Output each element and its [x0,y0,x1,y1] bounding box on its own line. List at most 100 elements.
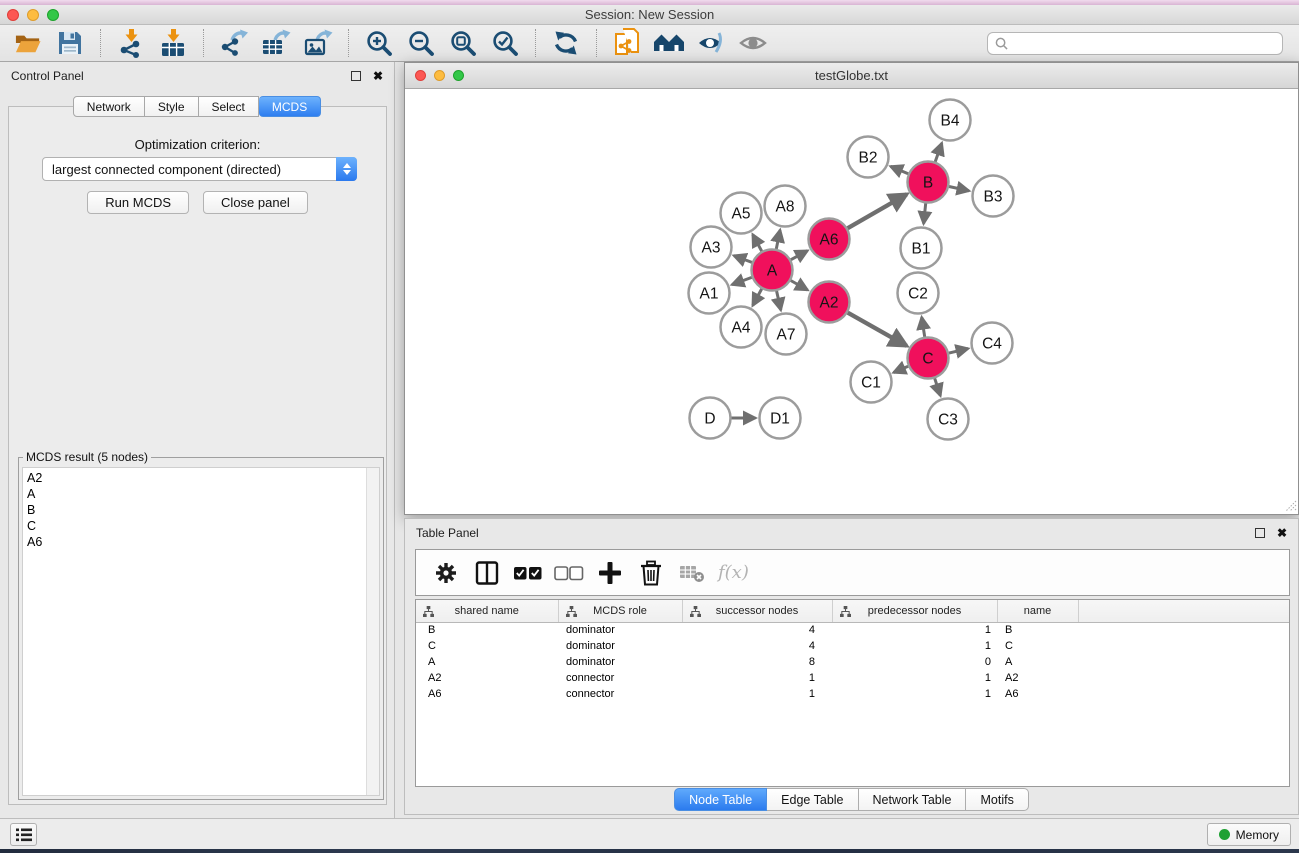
graph-edge-A-A7[interactable] [777,291,781,310]
cell[interactable]: dominator [558,622,682,638]
cell[interactable]: connector [558,686,682,702]
function-builder-button[interactable]: f(x) [718,562,749,583]
tab-network[interactable]: Network [73,96,145,117]
zoom-selected-button[interactable] [484,27,526,60]
graph-edge-A2-C[interactable] [848,313,907,346]
graph-edge-A6-B[interactable] [848,194,907,228]
open-session-button[interactable] [7,27,49,60]
tab-edge-table[interactable]: Edge Table [767,788,858,811]
graph-node-C[interactable]: C [908,338,949,379]
graph-edge-C-C4[interactable] [949,349,968,354]
graph-edge-A-A6[interactable] [791,251,808,260]
graph-node-B2[interactable]: B2 [848,137,889,178]
mcds-result-item[interactable]: C [23,518,379,534]
graph-edge-B-B4[interactable] [935,143,942,162]
graph-edge-C-C3[interactable] [935,378,941,395]
graph-node-A2[interactable]: A2 [809,282,850,323]
graph-edge-B-B2[interactable] [891,166,909,173]
graph-node-B1[interactable]: B1 [901,228,942,269]
deselect-all-columns-button[interactable] [548,554,589,592]
cell[interactable]: 0 [832,654,997,670]
graph-node-C1[interactable]: C1 [851,362,892,403]
tab-node-table[interactable]: Node Table [674,788,767,811]
mcds-result-item[interactable]: A2 [23,470,379,486]
resize-grip-icon[interactable] [1284,499,1297,512]
split-table-button[interactable] [466,554,507,592]
cell[interactable]: 1 [682,686,832,702]
save-session-button[interactable] [49,27,91,60]
export-image-button[interactable] [297,27,339,60]
cell[interactable]: 8 [682,654,832,670]
home-view-button[interactable] [648,27,690,60]
cell[interactable]: B [416,622,558,638]
mcds-result-item[interactable]: A6 [23,534,379,550]
graph-node-A3[interactable]: A3 [691,227,732,268]
graph-node-C3[interactable]: C3 [928,399,969,440]
graph-node-A7[interactable]: A7 [766,314,807,355]
memory-button[interactable]: Memory [1207,823,1291,846]
column-header-shared-name[interactable]: shared name [416,600,558,622]
graph-node-B[interactable]: B [908,162,949,203]
tab-motifs[interactable]: Motifs [966,788,1028,811]
graph-edge-A-A5[interactable] [753,235,762,252]
cell[interactable]: A2 [416,670,558,686]
column-header-name[interactable]: name [997,600,1078,622]
delete-table-button[interactable] [671,554,712,592]
column-header-mcds-role[interactable]: MCDS role [558,600,682,622]
task-history-button[interactable] [10,823,37,846]
export-table-button[interactable] [255,27,297,60]
graph-edge-C-C2[interactable] [922,317,925,337]
cell[interactable]: A6 [416,686,558,702]
hide-panel-button[interactable] [690,27,732,60]
run-mcds-button[interactable]: Run MCDS [87,191,189,214]
graph-node-D[interactable]: D [690,398,731,439]
float-table-panel-icon[interactable] [1255,528,1265,538]
result-scrollbar[interactable] [366,468,379,795]
close-table-panel-icon[interactable]: ✖ [1277,528,1287,538]
search-field[interactable] [987,32,1283,55]
table-row[interactable]: Adominator80A [416,654,1289,670]
zoom-in-button[interactable] [358,27,400,60]
mcds-result-item[interactable]: B [23,502,379,518]
tab-select[interactable]: Select [199,96,259,117]
graph-node-A6[interactable]: A6 [809,219,850,260]
table-row[interactable]: A6connector11A6 [416,686,1289,702]
cell[interactable]: 1 [832,686,997,702]
tab-style[interactable]: Style [145,96,199,117]
cell[interactable]: A [416,654,558,670]
optimization-criterion-select[interactable]: largest connected component (directed) [42,157,357,181]
graph-node-A5[interactable]: A5 [721,193,762,234]
cell[interactable]: A6 [997,686,1078,702]
mcds-result-item[interactable]: A [23,486,379,502]
add-column-button[interactable] [589,554,630,592]
cell[interactable]: connector [558,670,682,686]
delete-columns-button[interactable] [630,554,671,592]
close-panel-icon[interactable]: ✖ [373,71,383,81]
graph-node-C2[interactable]: C2 [898,273,939,314]
cell[interactable]: 1 [832,638,997,654]
cell[interactable]: A [997,654,1078,670]
table-row[interactable]: A2connector11A2 [416,670,1289,686]
graph-edge-C-C1[interactable] [894,366,909,372]
graph-node-A1[interactable]: A1 [689,273,730,314]
network-canvas[interactable]: B4B2BB3A8A5A6A3B1AA1C2A2A4A7C4CC1DD1C3 [405,89,1298,513]
clone-network-button[interactable] [606,27,648,60]
graph-node-C4[interactable]: C4 [972,323,1013,364]
cell[interactable]: C [416,638,558,654]
graph-node-A4[interactable]: A4 [721,307,762,348]
cell[interactable]: 4 [682,622,832,638]
graph-edge-A-A1[interactable] [732,277,752,284]
cell[interactable]: 1 [682,670,832,686]
cell[interactable]: dominator [558,654,682,670]
cell[interactable]: 1 [832,670,997,686]
zoom-fit-button[interactable] [442,27,484,60]
refresh-button[interactable] [545,27,587,60]
search-input[interactable] [1013,36,1275,50]
column-header-predecessor-nodes[interactable]: predecessor nodes [832,600,997,622]
graph-node-B3[interactable]: B3 [973,176,1014,217]
table-row[interactable]: Bdominator41B [416,622,1289,638]
graph-node-A[interactable]: A [752,250,793,291]
cell[interactable]: 4 [682,638,832,654]
graph-edge-B-B3[interactable] [949,187,969,191]
column-header-successor-nodes[interactable]: successor nodes [682,600,832,622]
